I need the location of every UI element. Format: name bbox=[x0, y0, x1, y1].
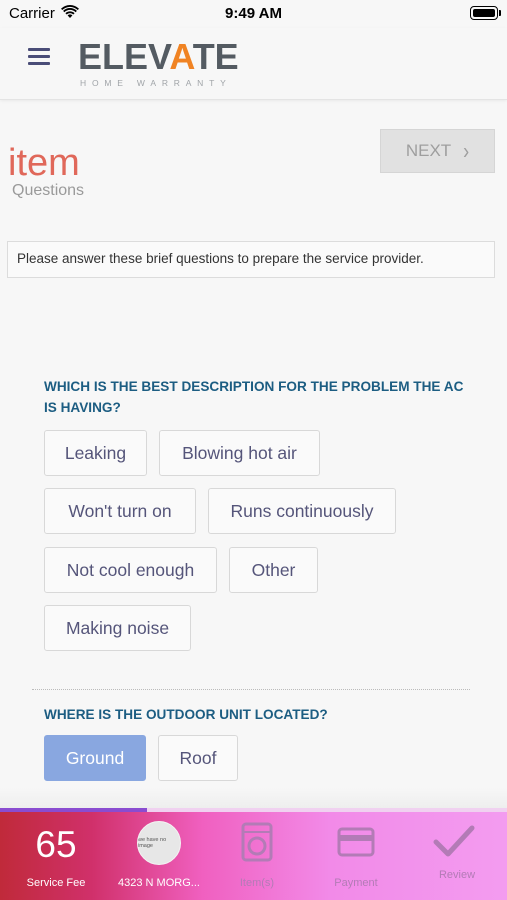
instructions-box: Please answer these brief questions to p… bbox=[7, 241, 495, 278]
chevron-right-icon: › bbox=[463, 137, 470, 164]
avatar: we have no image bbox=[137, 821, 181, 865]
service-fee-label: Service Fee bbox=[26, 877, 86, 889]
app-header: ELEVATE HOME WARRANTY bbox=[0, 28, 507, 100]
option-making-noise[interactable]: Making noise bbox=[44, 605, 191, 651]
review-label: Review bbox=[438, 869, 476, 881]
service-fee-value: 65 bbox=[35, 824, 77, 865]
scroll-fade bbox=[0, 788, 507, 808]
washer-icon bbox=[241, 822, 273, 862]
option-not-cool-enough[interactable]: Not cool enough bbox=[44, 547, 217, 593]
bottom-tab-bar: 65 Service Fee 4323 N MORG... we have no… bbox=[0, 812, 507, 900]
tab-service-fee[interactable]: 65 Service Fee bbox=[0, 812, 112, 900]
hamburger-menu-icon[interactable] bbox=[28, 48, 52, 66]
tab-review[interactable]: Review bbox=[407, 812, 507, 900]
option-wont-turn-on[interactable]: Won't turn on bbox=[44, 488, 196, 534]
next-button[interactable]: NEXT › bbox=[380, 129, 495, 173]
credit-card-icon bbox=[337, 827, 375, 857]
tab-payment[interactable]: Payment bbox=[305, 812, 407, 900]
checkmark-icon bbox=[433, 825, 475, 857]
option-leaking[interactable]: Leaking bbox=[44, 430, 147, 476]
option-ground[interactable]: Ground bbox=[44, 735, 146, 781]
option-blowing-hot-air[interactable]: Blowing hot air bbox=[159, 430, 320, 476]
battery-icon bbox=[470, 6, 498, 20]
clock: 9:49 AM bbox=[225, 5, 282, 22]
question-outdoor-unit-location: WHERE IS THE OUTDOOR UNIT LOCATED? bbox=[44, 707, 328, 722]
divider bbox=[32, 689, 470, 690]
page-title: item bbox=[8, 142, 80, 184]
option-other[interactable]: Other bbox=[229, 547, 318, 593]
option-runs-continuously[interactable]: Runs continuously bbox=[208, 488, 396, 534]
payment-label: Payment bbox=[334, 877, 378, 889]
status-bar: Carrier 9:49 AM bbox=[0, 0, 507, 28]
battery-tip bbox=[499, 10, 501, 16]
address-label: 4323 N MORG... bbox=[118, 877, 200, 889]
page-subtitle: Questions bbox=[12, 182, 85, 199]
option-roof[interactable]: Roof bbox=[158, 735, 238, 781]
tab-items[interactable]: Item(s) bbox=[209, 812, 305, 900]
question-problem-description: WHICH IS THE BEST DESCRIPTION FOR THE PR… bbox=[44, 379, 464, 415]
items-label: Item(s) bbox=[239, 877, 275, 889]
logo: ELEVATE bbox=[78, 36, 239, 77]
logo-subtitle: HOME WARRANTY bbox=[80, 78, 232, 88]
next-label: NEXT bbox=[405, 141, 452, 160]
